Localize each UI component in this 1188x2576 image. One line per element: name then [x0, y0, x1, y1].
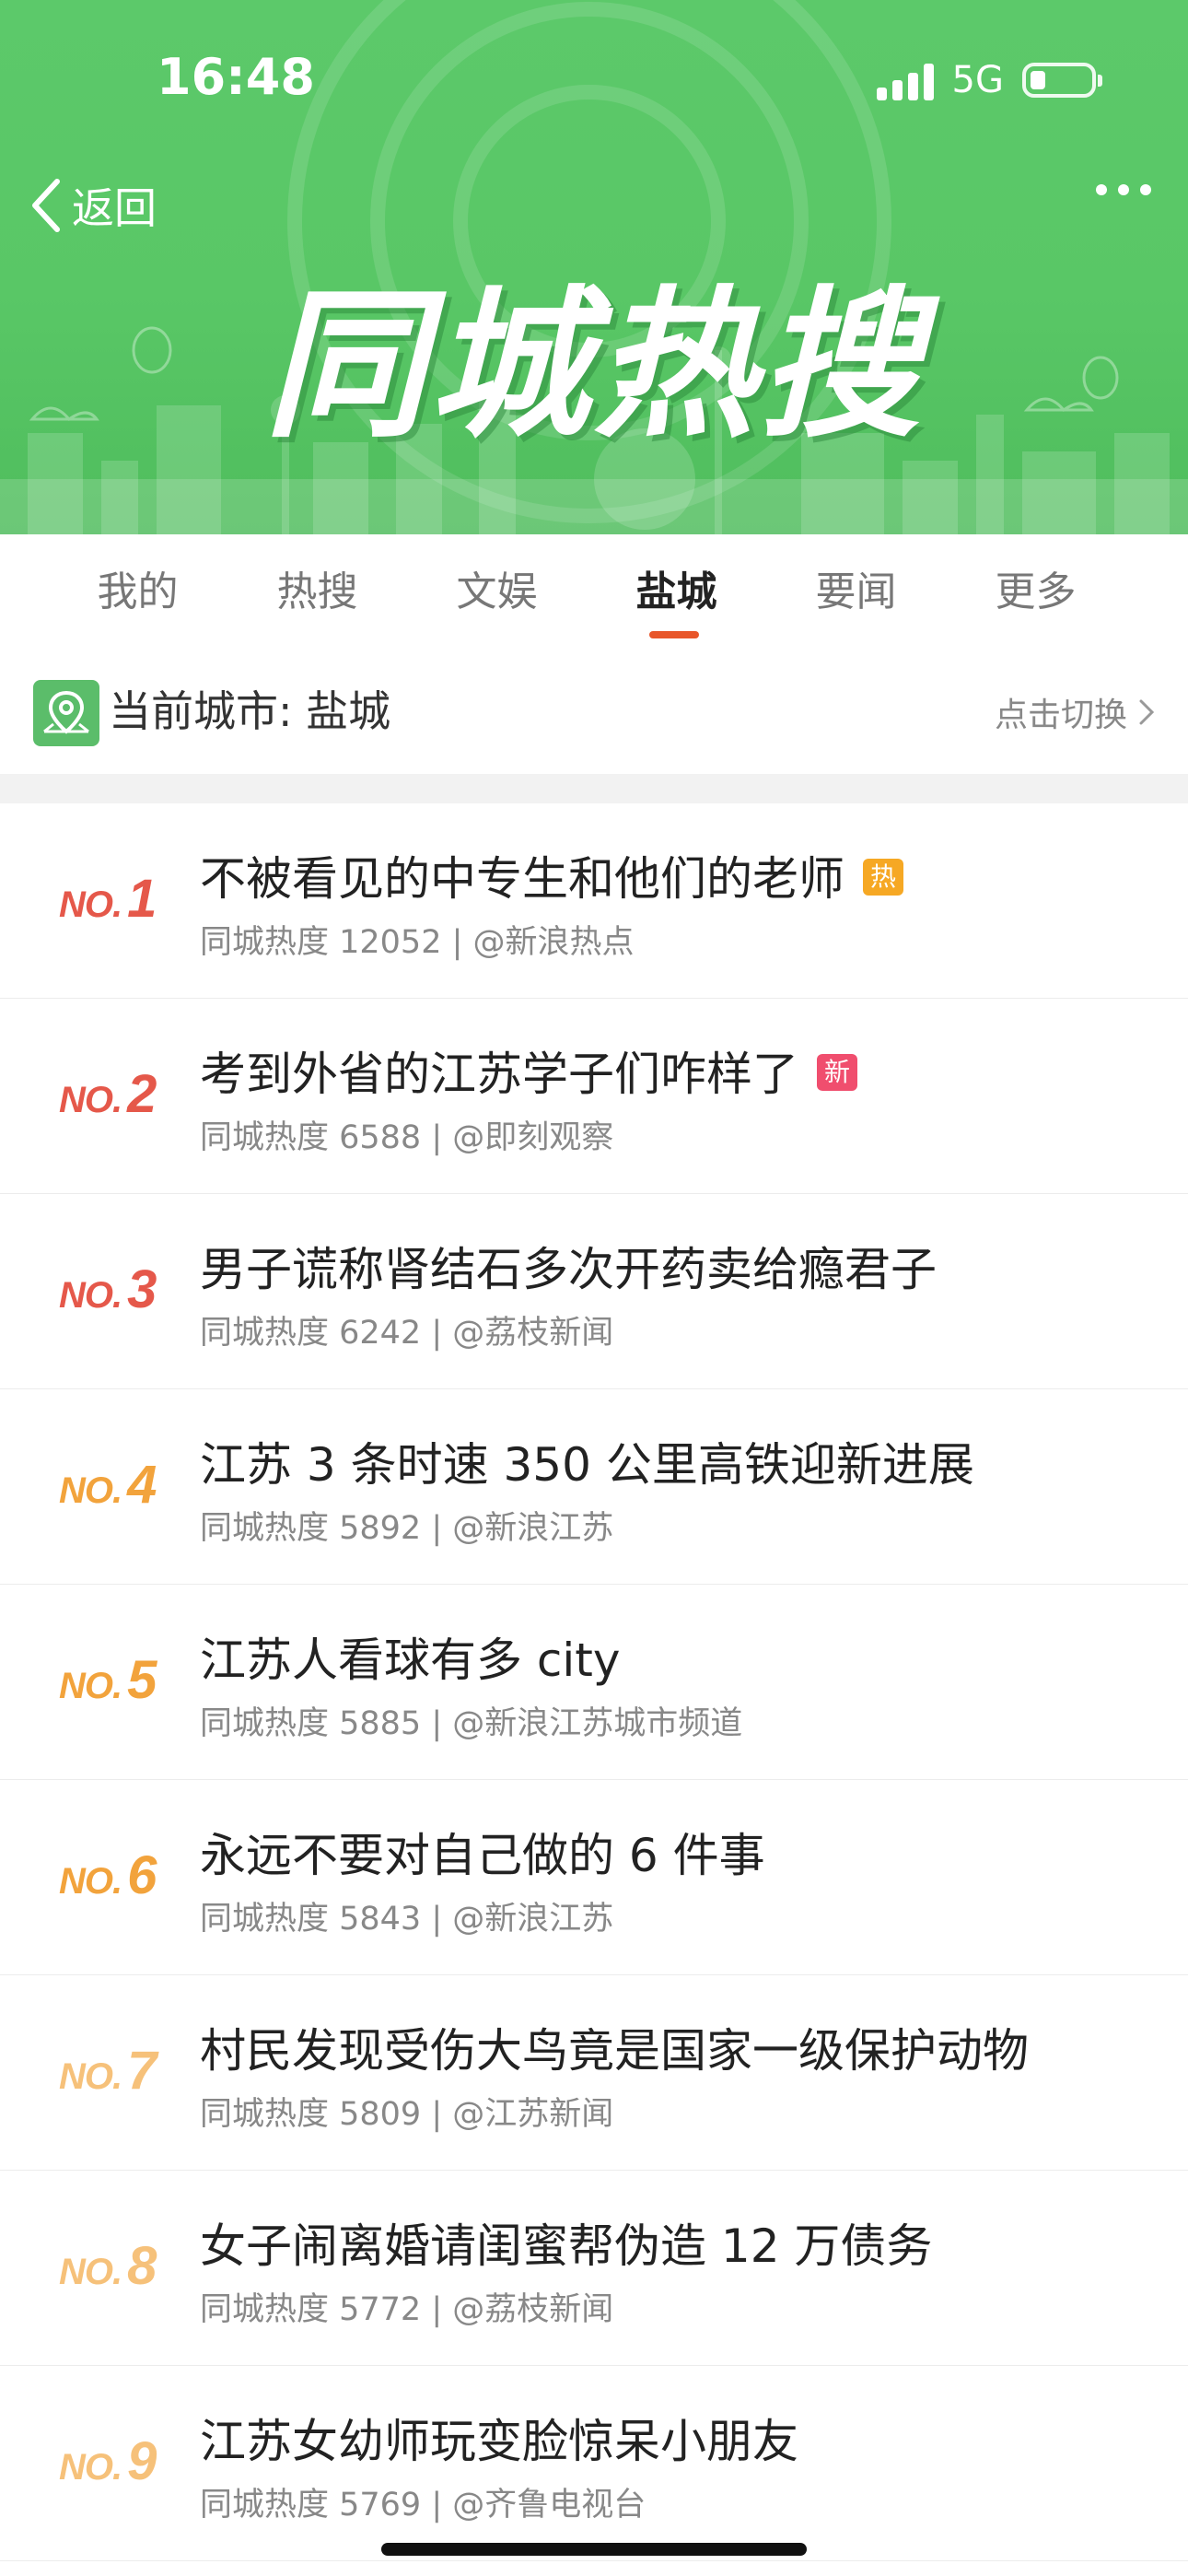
item-meta: 同城热度 5769 | @齐鲁电视台	[200, 2487, 646, 2523]
banner-title: 同城热搜	[264, 273, 924, 460]
rank-prefix: NO.	[59, 1470, 122, 1511]
item-title: 女子闹离婚请闺蜜帮伪造 12 万债务	[200, 2209, 932, 2276]
list-item[interactable]: NO. 4 江苏 3 条时速 350 公里高铁迎新进展同城热度 5892 | @新浪…	[0, 1389, 1188, 1585]
item-meta: 同城热度 5885 | @新浪江苏城市频道	[200, 1705, 743, 1742]
rank-number: 3	[127, 1259, 157, 1319]
rank-number: 7	[127, 2041, 157, 2101]
chevron-left-icon	[32, 179, 60, 232]
item-meta: 同城热度 5843 | @新浪江苏	[200, 1901, 614, 1938]
city-bar: 当前城市: 盐城 点击切换	[0, 650, 1188, 774]
item-title-text: 永远不要对自己做的 6 件事	[200, 1829, 765, 1882]
list-item[interactable]: NO. 1 不被看见的中专生和他们的老师热同城热度 12052 | @新浪热点	[0, 803, 1188, 999]
item-title-text: 不被看见的中专生和他们的老师	[200, 852, 844, 906]
item-title: 永远不要对自己做的 6 件事	[200, 1819, 765, 1885]
rank-prefix: NO.	[59, 1275, 122, 1316]
item-title: 江苏女幼师玩变脸惊呆小朋友	[200, 2405, 798, 2471]
rank-number: 8	[127, 2236, 157, 2296]
status-indicators: 5G	[876, 55, 1102, 105]
rank-label: NO. 4	[59, 1454, 169, 1518]
tab-more[interactable]: 更多	[946, 534, 1125, 650]
list-item[interactable]: NO. 8 女子闹离婚请闺蜜帮伪造 12 万债务同城热度 5772 | @荔枝新闻	[0, 2171, 1188, 2366]
active-tab-indicator	[649, 631, 699, 638]
switch-city-label: 点击切换	[994, 696, 1127, 734]
dot-icon	[1096, 184, 1107, 195]
rank-number: 2	[127, 1064, 157, 1124]
hot-badge: 热	[863, 858, 904, 896]
dot-icon	[1140, 184, 1151, 195]
more-options-button[interactable]	[1096, 184, 1151, 195]
rank-prefix: NO.	[59, 1666, 122, 1706]
current-city-label: 当前城市: 盐城	[109, 686, 391, 736]
tab-hot-search[interactable]: 热搜	[227, 534, 407, 650]
item-title: 男子谎称肾结石多次开药卖给瘾君子	[200, 1233, 937, 1299]
rank-label: NO. 9	[59, 2430, 169, 2495]
chevron-right-icon	[1139, 699, 1155, 724]
rank-label: NO. 6	[59, 1844, 169, 1909]
rank-number: 5	[127, 1650, 157, 1710]
rank-prefix: NO.	[59, 1861, 122, 1902]
list-item[interactable]: NO. 7 村民发现受伤大鸟竟是国家一级保护动物同城热度 5809 | @江苏新闻	[0, 1975, 1188, 2171]
tab-mine[interactable]: 我的	[48, 534, 227, 650]
header-banner: 16:48 5G 返回 同城热搜	[0, 0, 1188, 534]
home-indicator	[381, 2543, 807, 2556]
rank-prefix: NO.	[59, 2056, 122, 2097]
list-item[interactable]: NO. 5 江苏人看球有多 city 同城热度 5885 | @新浪江苏城市频道	[0, 1585, 1188, 1780]
rank-prefix: NO.	[59, 2252, 122, 2292]
item-title-text: 江苏 3 条时速 350 公里高铁迎新进展	[200, 1438, 974, 1492]
item-meta: 同城热度 6588 | @即刻观察	[200, 1119, 614, 1156]
rank-label: NO. 8	[59, 2235, 169, 2300]
battery-icon	[1022, 63, 1102, 98]
item-title: 江苏 3 条时速 350 公里高铁迎新进展	[200, 1428, 974, 1494]
list-item[interactable]: NO. 2 考到外省的江苏学子们咋样了新同城热度 6588 | @即刻观察	[0, 999, 1188, 1194]
rank-number: 6	[127, 1845, 157, 1905]
back-button[interactable]: 返回	[29, 175, 157, 236]
item-title-text: 女子闹离婚请闺蜜帮伪造 12 万债务	[200, 2219, 933, 2273]
rank-number: 4	[127, 1455, 157, 1515]
rank-prefix: NO.	[59, 884, 122, 925]
item-meta: 同城热度 6242 | @荔枝新闻	[200, 1315, 614, 1352]
tab-news[interactable]: 要闻	[766, 534, 946, 650]
location-pin-icon	[33, 680, 99, 746]
item-title-text: 江苏人看球有多 city	[200, 1633, 621, 1687]
switch-city-button[interactable]: 点击切换	[995, 650, 1155, 774]
section-divider	[0, 774, 1188, 803]
list-item[interactable]: NO. 3 男子谎称肾结石多次开药卖给瘾君子同城热度 6242 | @荔枝新闻	[0, 1194, 1188, 1389]
item-title: 不被看见的中专生和他们的老师热	[200, 842, 904, 908]
item-title-text: 男子谎称肾结石多次开药卖给瘾君子	[200, 1243, 937, 1296]
dot-icon	[1118, 184, 1129, 195]
tab-bar: 我的 热搜 文娱 盐城 要闻 更多	[0, 534, 1188, 650]
item-title-text: 江苏女幼师玩变脸惊呆小朋友	[200, 2415, 798, 2468]
item-title-text: 考到外省的江苏学子们咋样了	[200, 1048, 798, 1101]
tab-entertainment[interactable]: 文娱	[407, 534, 587, 650]
item-title: 江苏人看球有多 city	[200, 1623, 620, 1690]
rank-number: 1	[127, 869, 157, 929]
rank-label: NO. 7	[59, 2040, 169, 2104]
list-item[interactable]: NO. 6 永远不要对自己做的 6 件事同城热度 5843 | @新浪江苏	[0, 1780, 1188, 1975]
item-meta: 同城热度 5892 | @新浪江苏	[200, 1510, 614, 1547]
item-meta: 同城热度 12052 | @新浪热点	[200, 924, 635, 961]
rank-label: NO. 2	[59, 1063, 169, 1128]
item-title: 考到外省的江苏学子们咋样了新	[200, 1037, 858, 1104]
rank-label: NO. 5	[59, 1649, 169, 1714]
list-item[interactable]: NO. 9 江苏女幼师玩变脸惊呆小朋友同城热度 5769 | @齐鲁电视台	[0, 2366, 1188, 2561]
network-type-label: 5G	[951, 59, 1004, 101]
status-time: 16:48	[157, 48, 315, 106]
item-meta: 同城热度 5772 | @荔枝新闻	[200, 2291, 614, 2328]
item-title: 村民发现受伤大鸟竟是国家一级保护动物	[200, 2014, 1029, 2080]
rank-prefix: NO.	[59, 1080, 122, 1120]
signal-strength-icon	[876, 60, 934, 100]
item-meta: 同城热度 5809 | @江苏新闻	[200, 2096, 614, 2133]
rank-number: 9	[127, 2431, 157, 2491]
hot-search-list: NO. 1 不被看见的中专生和他们的老师热同城热度 12052 | @新浪热点 NO.…	[0, 803, 1188, 2561]
rank-label: NO. 1	[59, 868, 169, 932]
new-badge: 新	[817, 1053, 858, 1091]
back-label: 返回	[72, 183, 157, 233]
item-title-text: 村民发现受伤大鸟竟是国家一级保护动物	[200, 2024, 1029, 2078]
rank-prefix: NO.	[59, 2447, 122, 2488]
rank-label: NO. 3	[59, 1259, 169, 1323]
